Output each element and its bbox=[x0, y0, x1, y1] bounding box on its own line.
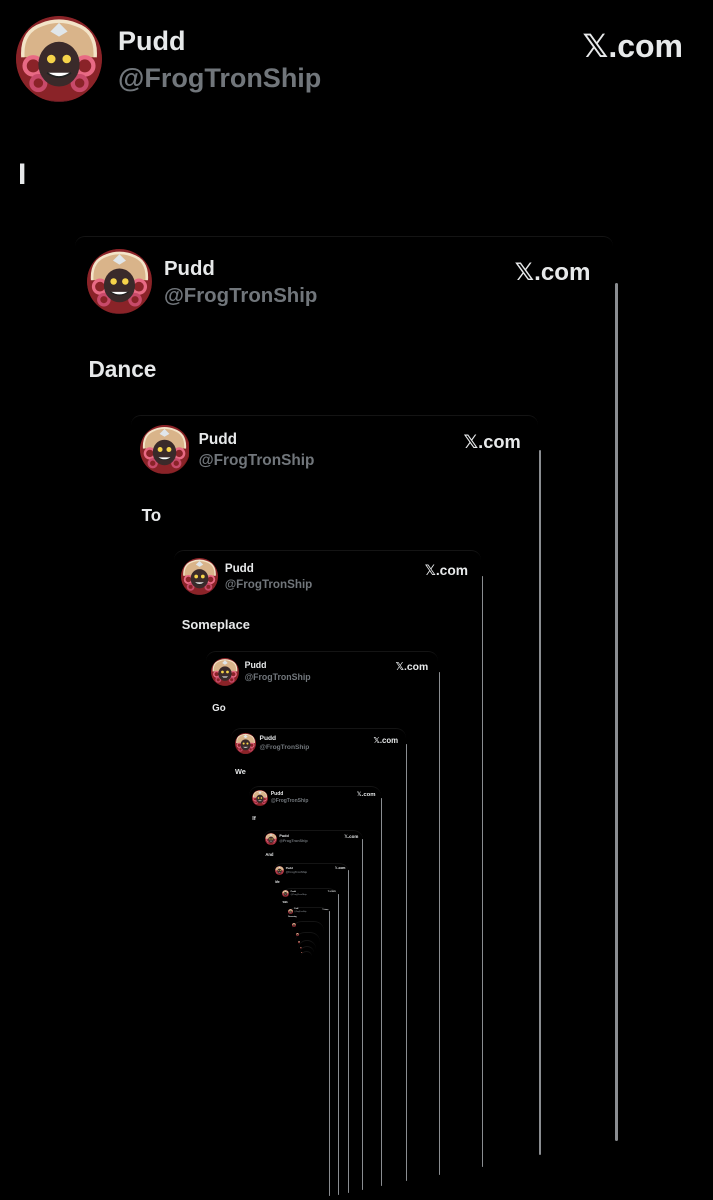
tweet-text: And bbox=[265, 852, 274, 858]
display-name[interactable]: Pudd bbox=[291, 891, 296, 893]
x-logo-icon: 𝕏 bbox=[395, 661, 404, 674]
site-label: .com bbox=[323, 908, 329, 911]
x-com-label[interactable]: 𝕏.com bbox=[357, 791, 376, 799]
site-label: .com bbox=[608, 28, 683, 64]
x-com-label[interactable]: 𝕏.com bbox=[463, 430, 521, 453]
tweet-text: Dance bbox=[88, 356, 157, 383]
scrollbar[interactable] bbox=[337, 893, 339, 1195]
user-handle[interactable]: @FrogTronShip bbox=[294, 912, 306, 914]
avatar-icon[interactable] bbox=[265, 833, 277, 845]
avatar-icon[interactable] bbox=[16, 16, 102, 102]
avatar-icon[interactable] bbox=[211, 658, 239, 686]
user-handle[interactable]: @FrogTronShip bbox=[286, 871, 307, 874]
tweet-text: We bbox=[235, 767, 246, 777]
avatar-icon[interactable] bbox=[292, 923, 296, 927]
user-handle[interactable]: @FrogTronShip bbox=[199, 453, 315, 469]
scrollbar[interactable] bbox=[381, 798, 383, 1187]
display-name[interactable]: Pudd bbox=[260, 735, 277, 743]
user-handle[interactable]: @FrogTronShip bbox=[260, 744, 310, 752]
nested-tweet-card bbox=[301, 950, 312, 1200]
display-name[interactable]: Pudd bbox=[245, 661, 267, 670]
tweet-text: Someplace bbox=[181, 617, 250, 633]
avatar-icon[interactable] bbox=[282, 890, 289, 897]
avatar-icon[interactable] bbox=[181, 558, 218, 595]
user-handle[interactable]: @FrogTronShip bbox=[245, 673, 311, 682]
avatar-icon[interactable] bbox=[300, 947, 302, 949]
avatar-icon[interactable] bbox=[301, 952, 302, 953]
x-com-label[interactable]: 𝕏.com bbox=[583, 30, 683, 62]
site-label: .com bbox=[347, 834, 359, 840]
site-label: .com bbox=[534, 259, 591, 287]
x-logo-icon: 𝕏 bbox=[582, 27, 609, 65]
site-label: .com bbox=[337, 866, 346, 871]
tweet-text: Dreaming bbox=[288, 916, 297, 919]
site-label: .com bbox=[478, 430, 521, 452]
avatar-icon[interactable] bbox=[87, 249, 152, 314]
site-label: .com bbox=[404, 662, 429, 674]
tweet-text: I bbox=[18, 158, 27, 191]
x-com-label[interactable]: 𝕏.com bbox=[515, 260, 591, 285]
avatar-icon[interactable] bbox=[252, 790, 268, 806]
avatar-icon[interactable] bbox=[140, 425, 189, 474]
avatar-icon[interactable] bbox=[288, 909, 293, 914]
tweet-text: Me bbox=[275, 879, 280, 884]
tweet-text: Go bbox=[212, 703, 226, 715]
user-handle[interactable]: @FrogTronShip bbox=[271, 799, 309, 804]
x-com-label[interactable]: 𝕏.com bbox=[344, 834, 359, 840]
x-com-label[interactable]: 𝕏.com bbox=[328, 891, 336, 894]
scrollbar[interactable] bbox=[405, 743, 407, 1182]
display-name[interactable]: Pudd bbox=[225, 563, 254, 575]
display-name[interactable]: Pudd bbox=[164, 258, 215, 279]
x-logo-icon: 𝕏 bbox=[424, 562, 436, 579]
site-label: .com bbox=[329, 890, 336, 894]
tweet-text: If bbox=[252, 815, 256, 822]
user-handle[interactable]: @FrogTronShip bbox=[118, 65, 321, 92]
site-label: .com bbox=[435, 562, 468, 578]
display-name[interactable]: Pudd bbox=[118, 28, 186, 55]
user-handle[interactable]: @FrogTronShip bbox=[291, 894, 307, 896]
user-handle[interactable]: @FrogTronShip bbox=[279, 839, 307, 844]
x-com-label[interactable]: 𝕏.com bbox=[335, 866, 346, 871]
scrollbar[interactable] bbox=[538, 450, 542, 1156]
user-handle[interactable]: @FrogTronShip bbox=[225, 578, 312, 591]
display-name[interactable]: Pudd bbox=[199, 431, 237, 447]
x-com-label[interactable]: 𝕏.com bbox=[396, 662, 429, 673]
site-label: .com bbox=[361, 791, 376, 798]
site-label: .com bbox=[379, 735, 399, 745]
scrollbar[interactable] bbox=[614, 282, 618, 1141]
avatar-icon[interactable] bbox=[235, 733, 256, 754]
avatar-icon[interactable] bbox=[298, 941, 300, 943]
x-com-label[interactable]: 𝕏.com bbox=[322, 908, 329, 912]
x-com-label[interactable]: 𝕏.com bbox=[424, 562, 468, 579]
display-name[interactable]: Pudd bbox=[271, 792, 284, 797]
scrollbar[interactable] bbox=[438, 671, 440, 1175]
user-handle[interactable]: @FrogTronShip bbox=[164, 286, 317, 307]
x-com-label[interactable]: 𝕏.com bbox=[374, 735, 399, 745]
x-logo-icon: 𝕏 bbox=[463, 431, 479, 453]
avatar-icon[interactable] bbox=[296, 933, 299, 936]
avatar-icon[interactable] bbox=[275, 866, 284, 875]
x-logo-icon: 𝕏 bbox=[514, 258, 535, 287]
tweet-text: To bbox=[141, 506, 162, 526]
recursive-screenshot-stage: Pudd @FrogTronShip 𝕏.com I Pudd @FrogTronShip… bbox=[0, 0, 713, 1200]
tweet-text: With bbox=[282, 900, 288, 904]
